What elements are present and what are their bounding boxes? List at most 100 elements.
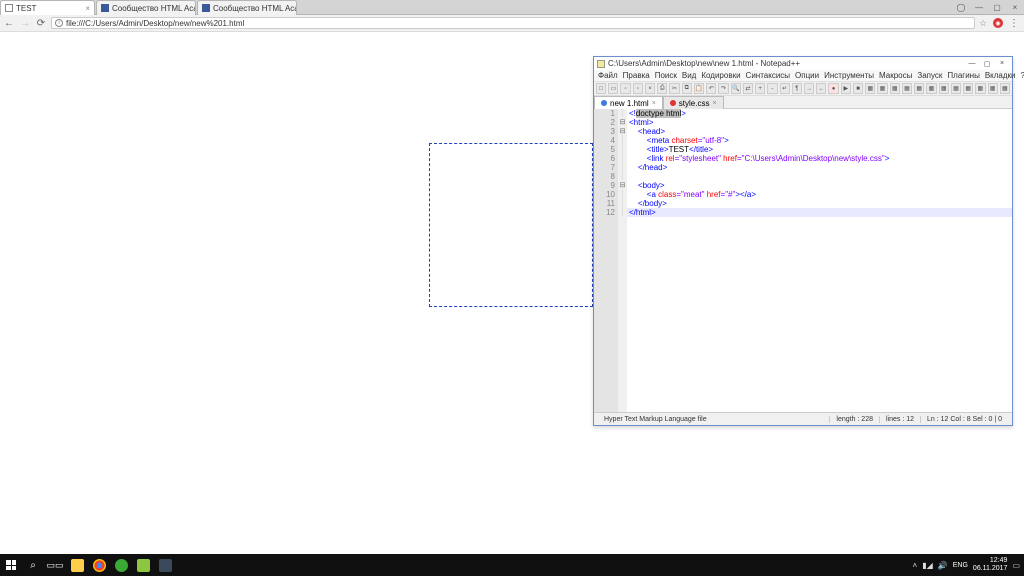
menu-run[interactable]: Запуск	[917, 71, 942, 80]
tb-zoomin-icon[interactable]: +	[755, 83, 765, 94]
close-icon[interactable]: ×	[1006, 0, 1024, 14]
code-area[interactable]: <!doctype html><html> <head> <meta chars…	[627, 109, 1012, 412]
tray-volume-icon[interactable]: 🔊	[938, 561, 948, 570]
browser-tab-1[interactable]: Сообщество HTML Aca ×	[96, 0, 196, 15]
tb-misc12-icon[interactable]: ▦	[1000, 83, 1010, 94]
line-gutter: 123456789101112	[594, 109, 618, 412]
npp-app-icon	[597, 60, 605, 68]
tb-open-icon[interactable]: ▭	[608, 83, 618, 94]
taskbar-paint-icon[interactable]	[154, 554, 176, 576]
meat-link[interactable]	[429, 143, 593, 307]
tb-play-icon[interactable]: ▶	[841, 83, 851, 94]
forward-icon[interactable]: →	[19, 17, 31, 29]
tb-find-icon[interactable]: 🔍	[731, 83, 741, 94]
maximize-icon[interactable]: ▢	[988, 0, 1006, 14]
menu-tabs[interactable]: Вкладки	[985, 71, 1016, 80]
menu-search[interactable]: Поиск	[655, 71, 677, 80]
start-button[interactable]	[0, 554, 22, 576]
tray-network-icon[interactable]: ▮◢	[922, 561, 933, 570]
npp-titlebar[interactable]: C:\Users\Admin\Desktop\new\new 1.html - …	[594, 57, 1012, 70]
reload-icon[interactable]: ⟳	[35, 17, 47, 29]
tb-paste-icon[interactable]: 📋	[694, 83, 704, 94]
menu-help[interactable]: ?	[1021, 71, 1024, 80]
filetab-close-icon[interactable]: ×	[652, 100, 656, 107]
tb-stop-icon[interactable]: ■	[853, 83, 863, 94]
tb-misc1-icon[interactable]: ▦	[865, 83, 875, 94]
npp-menubar: Файл Правка Поиск Вид Кодировки Синтакси…	[594, 70, 1012, 82]
user-icon[interactable]: ◯	[952, 0, 970, 14]
browser-tab-2[interactable]: Сообщество HTML Aca ×	[197, 0, 297, 15]
tray-clock[interactable]: 12:49 06.11.2017	[973, 557, 1008, 573]
tb-misc5-icon[interactable]: ▦	[914, 83, 924, 94]
taskview-icon[interactable]: ▭▭	[44, 554, 66, 576]
npp-filetab-0[interactable]: new 1.html ×	[594, 96, 663, 109]
tb-misc9-icon[interactable]: ▦	[963, 83, 973, 94]
tb-save-icon[interactable]: ▫	[620, 83, 630, 94]
npp-statusbar: Hyper Text Markup Language file length :…	[594, 412, 1012, 425]
tb-misc7-icon[interactable]: ▦	[939, 83, 949, 94]
npp-filetabs: new 1.html × style.css ×	[594, 96, 1012, 109]
npp-toolbar: □ ▭ ▫ ▫ × ⎙ ✂ ⧉ 📋 ↶ ↷ 🔍 ⇄ + - ↵ ¶ → ← ● …	[594, 82, 1012, 96]
bookmark-star-icon[interactable]: ☆	[979, 18, 989, 29]
tb-copy-icon[interactable]: ⧉	[682, 83, 692, 94]
taskbar-notepadpp-icon[interactable]	[132, 554, 154, 576]
back-icon[interactable]: ←	[3, 17, 15, 29]
menu-plugins[interactable]: Плагины	[947, 71, 979, 80]
tb-indent-icon[interactable]: →	[804, 83, 814, 94]
tb-misc6-icon[interactable]: ▦	[926, 83, 936, 94]
chrome-menu-icon[interactable]: ⋮	[1007, 18, 1021, 29]
taskbar-chrome-icon[interactable]	[88, 554, 110, 576]
taskbar-utorrent-icon[interactable]	[110, 554, 132, 576]
tb-misc4-icon[interactable]: ▦	[902, 83, 912, 94]
filetab-close-icon[interactable]: ×	[712, 100, 716, 107]
site-info-icon[interactable]: i	[55, 19, 63, 27]
status-length: length : 228	[830, 416, 880, 423]
npp-close-icon[interactable]: ×	[995, 59, 1009, 69]
menu-tools[interactable]: Инструменты	[824, 71, 874, 80]
tb-redo-icon[interactable]: ↷	[718, 83, 728, 94]
tb-misc10-icon[interactable]: ▦	[975, 83, 985, 94]
npp-editor[interactable]: 123456789101112 │⊟⊟│││││⊟│││ <!doctype h…	[594, 109, 1012, 412]
tb-wrap-icon[interactable]: ↵	[780, 83, 790, 94]
menu-macros[interactable]: Макросы	[879, 71, 912, 80]
tb-new-icon[interactable]: □	[596, 83, 606, 94]
tb-misc3-icon[interactable]: ▦	[890, 83, 900, 94]
tb-outdent-icon[interactable]: ←	[816, 83, 826, 94]
tb-print-icon[interactable]: ⎙	[657, 83, 667, 94]
tb-misc2-icon[interactable]: ▦	[877, 83, 887, 94]
menu-edit[interactable]: Правка	[623, 71, 650, 80]
menu-options[interactable]: Опции	[795, 71, 819, 80]
extension-icon[interactable]: ◉	[993, 18, 1003, 28]
menu-file[interactable]: Файл	[598, 71, 618, 80]
menu-view[interactable]: Вид	[682, 71, 696, 80]
tray-notifications-icon[interactable]: ▭	[1012, 561, 1020, 570]
menu-encoding[interactable]: Кодировки	[701, 71, 740, 80]
npp-maximize-icon[interactable]: ▢	[980, 59, 994, 69]
npp-filetab-1[interactable]: style.css ×	[663, 96, 724, 109]
tb-misc8-icon[interactable]: ▦	[951, 83, 961, 94]
taskbar-explorer-icon[interactable]	[66, 554, 88, 576]
tray-lang[interactable]: ENG	[953, 562, 968, 569]
tab-title: TEST	[16, 4, 36, 13]
tb-saveall-icon[interactable]: ▫	[633, 83, 643, 94]
url-text: file:///C:/Users/Admin/Desktop/new/new%2…	[66, 19, 244, 28]
menu-syntax[interactable]: Синтаксисы	[746, 71, 791, 80]
tb-showall-icon[interactable]: ¶	[792, 83, 802, 94]
filetab-name: style.css	[679, 99, 710, 108]
tb-replace-icon[interactable]: ⇄	[743, 83, 753, 94]
search-icon[interactable]: ⌕	[22, 554, 44, 576]
minimize-icon[interactable]: —	[970, 0, 988, 14]
tb-zoomout-icon[interactable]: -	[767, 83, 777, 94]
url-field[interactable]: i file:///C:/Users/Admin/Desktop/new/new…	[51, 17, 975, 29]
tray-chevron-icon[interactable]: ˄	[913, 561, 918, 570]
tb-undo-icon[interactable]: ↶	[706, 83, 716, 94]
fold-column: │⊟⊟│││││⊟│││	[618, 109, 627, 412]
tb-cut-icon[interactable]: ✂	[669, 83, 679, 94]
tb-misc11-icon[interactable]: ▦	[988, 83, 998, 94]
npp-minimize-icon[interactable]: —	[965, 59, 979, 69]
tb-close-icon[interactable]: ×	[645, 83, 655, 94]
filetab-status-icon	[601, 100, 607, 106]
tb-record-icon[interactable]: ●	[828, 83, 838, 94]
close-tab-icon[interactable]: ×	[85, 4, 90, 13]
browser-tab-0[interactable]: TEST ×	[0, 0, 95, 15]
